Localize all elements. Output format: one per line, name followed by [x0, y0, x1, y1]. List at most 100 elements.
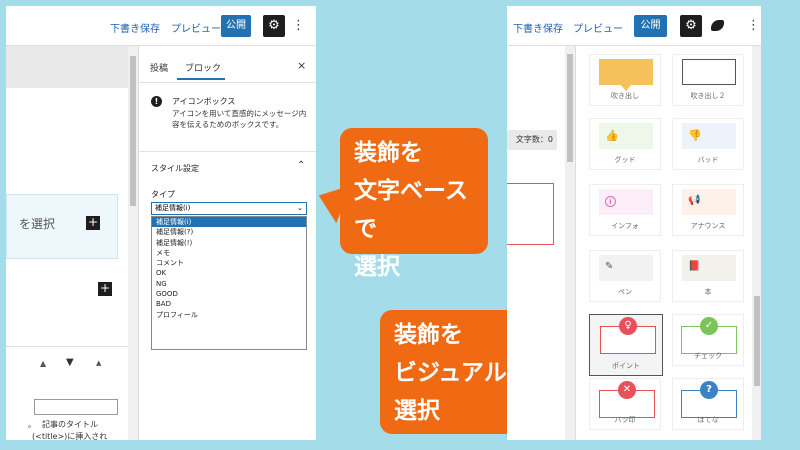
style-label: はてな	[697, 416, 719, 424]
type-option[interactable]: GOOD	[152, 289, 306, 299]
block-editor-window-left: 下書き保存 プレビュー 公開 ⚙ ⋮ を選択 + + ▲ ▼ ▲ 。 記事のタイ…	[6, 6, 316, 440]
thumbs-up-icon: 👍	[605, 129, 619, 142]
close-icon[interactable]: ×	[297, 59, 306, 72]
type-option[interactable]: NG	[152, 279, 306, 289]
more-options-icon[interactable]: ⋮	[292, 15, 305, 37]
settings-gear-icon[interactable]: ⚙	[263, 15, 285, 37]
editor-header-area	[6, 46, 128, 88]
type-select-value: 補足情報(i)	[155, 204, 191, 212]
type-option[interactable]: OK	[152, 268, 306, 278]
chevron-up-icon[interactable]: ⌃	[297, 160, 305, 171]
style-label: チェック	[694, 352, 722, 360]
pen-icon: ✎	[605, 261, 614, 272]
type-dropdown-list[interactable]: 補足情報(i) 補足情報(?) 補足情報(!) メモ コメント OK NG GOOD BAD プロ…	[151, 216, 307, 350]
preview-link[interactable]: プレビュー	[171, 20, 221, 35]
caption-line1: 記事のタイトル	[42, 420, 98, 429]
info-icon: i	[605, 196, 616, 207]
style-announce[interactable]: 📢 アナウンス	[672, 184, 744, 236]
editor-canvas: 文字数：0	[507, 46, 565, 440]
callout-line: 装飾を	[354, 140, 423, 166]
editor-toolbar: 下書き保存 プレビュー 公開 ⚙ ⋮	[6, 6, 316, 46]
style-bad[interactable]: 👎 バッド	[672, 118, 744, 170]
style-label: インフォ	[611, 222, 639, 230]
style-balloon[interactable]: 吹き出し	[589, 54, 661, 106]
point-box-preview	[507, 183, 554, 245]
style-point[interactable]: ♀ ポイント	[589, 314, 663, 376]
style-settings-heading[interactable]: スタイル設定	[151, 163, 199, 174]
type-option[interactable]: 補足情報(!)	[152, 238, 306, 248]
question-icon: ?	[700, 381, 718, 399]
type-label: タイプ	[151, 190, 175, 199]
type-option[interactable]: 補足情報(i)	[152, 217, 306, 228]
save-draft-link[interactable]: 下書き保存	[110, 20, 160, 35]
tab-post[interactable]: 投稿	[150, 61, 168, 74]
title-input[interactable]	[34, 399, 118, 415]
block-editor-window-right: 下書き保存 プレビュー 公開 ⚙ ⋮ 文字数：0 吹き出し 吹き出し２ 👍 グッ…	[507, 6, 761, 440]
divider	[139, 82, 316, 83]
active-tab-indicator	[177, 78, 225, 80]
balloon-tail	[620, 84, 632, 91]
style-balloon-2[interactable]: 吹き出し２	[672, 54, 744, 106]
style-book[interactable]: 📕 本	[672, 250, 744, 302]
chevron-down-icon: ⌄	[297, 204, 303, 212]
editor-scrollbar[interactable]	[565, 46, 575, 440]
cross-icon: ✕	[618, 381, 636, 399]
megaphone-icon: 📢	[688, 195, 701, 206]
style-label: アナウンス	[690, 222, 726, 230]
select-text: を選択	[19, 217, 56, 231]
check-icon: ✓	[700, 317, 718, 335]
callout-text-based: 装飾を 文字ベースで 選択	[311, 128, 488, 280]
style-label: バッド	[697, 156, 719, 164]
add-block-icon-2[interactable]: +	[98, 282, 112, 296]
style-label: 本	[704, 288, 712, 296]
style-picker-panel: 吹き出し 吹き出し２ 👍 グッド 👎 バッド i インフォ 📢 アナウンス ✎ …	[575, 46, 761, 440]
lightbulb-icon: ♀	[619, 317, 637, 335]
scrollbar-thumb[interactable]	[130, 56, 136, 206]
callout-text-based-lines: 装飾を 文字ベースで 選択	[354, 134, 488, 286]
scrollbar-thumb[interactable]	[567, 54, 573, 162]
caption-line2: (<title>)に挿入され	[32, 432, 108, 440]
type-option[interactable]: コメント	[152, 258, 306, 268]
block-name: アイコンボックス	[172, 97, 236, 106]
tab-block[interactable]: ブロック	[185, 61, 221, 74]
publish-button[interactable]: 公開	[634, 15, 667, 37]
block-toolbar-panel: ▲ ▼ ▲ 。 記事のタイトル (<title>)に挿入され	[6, 346, 128, 440]
style-pen[interactable]: ✎ ペン	[589, 250, 661, 302]
style-good[interactable]: 👍 グッド	[589, 118, 661, 170]
save-draft-link[interactable]: 下書き保存	[513, 20, 563, 35]
style-question[interactable]: ? はてな	[672, 378, 744, 430]
settings-gear-icon[interactable]: ⚙	[680, 15, 702, 37]
callout-line: 文字ベースで	[354, 178, 468, 242]
type-option[interactable]: メモ	[152, 248, 306, 258]
type-option[interactable]: BAD	[152, 299, 306, 309]
char-count: 文字数：0	[507, 130, 557, 150]
add-block-icon[interactable]: +	[86, 216, 100, 230]
type-option[interactable]: 補足情報(?)	[152, 227, 306, 237]
scrollbar-thumb[interactable]	[754, 296, 760, 386]
chevron-down-icon[interactable]: ▼	[66, 357, 74, 368]
picker-scrollbar[interactable]	[752, 46, 761, 440]
book-icon: 📕	[688, 261, 701, 272]
chevron-up-icon[interactable]: ▲	[40, 359, 46, 368]
type-option[interactable]: プロフィール	[152, 310, 306, 320]
callout-line: 選択	[354, 254, 400, 280]
block-description: アイコンを用いて直感的にメッセージ内容を伝えるためのボックスです。	[172, 109, 307, 129]
type-select[interactable]: 補足情報(i) ⌄	[151, 202, 307, 215]
style-label: 吹き出し２	[690, 92, 726, 100]
thumbs-down-icon: 👎	[688, 129, 702, 142]
move-icon[interactable]: ▲	[96, 359, 101, 367]
style-check[interactable]: ✓ チェック	[672, 314, 744, 366]
style-label: 吹き出し	[611, 92, 639, 100]
style-cross[interactable]: ✕ バツ印	[589, 378, 661, 430]
style-label: ポイント	[612, 362, 640, 370]
leaf-plugin-icon[interactable]	[711, 20, 724, 31]
publish-button[interactable]: 公開	[221, 15, 251, 37]
caption-prefix: 。	[28, 420, 36, 429]
style-info[interactable]: i インフォ	[589, 184, 661, 236]
more-options-icon[interactable]: ⋮	[747, 15, 760, 37]
editor-scrollbar[interactable]	[128, 46, 138, 440]
style-label: グッド	[614, 156, 636, 164]
icon-box-block[interactable]: を選択 +	[6, 194, 118, 259]
balloon-icon	[599, 59, 653, 85]
preview-link[interactable]: プレビュー	[573, 20, 623, 35]
